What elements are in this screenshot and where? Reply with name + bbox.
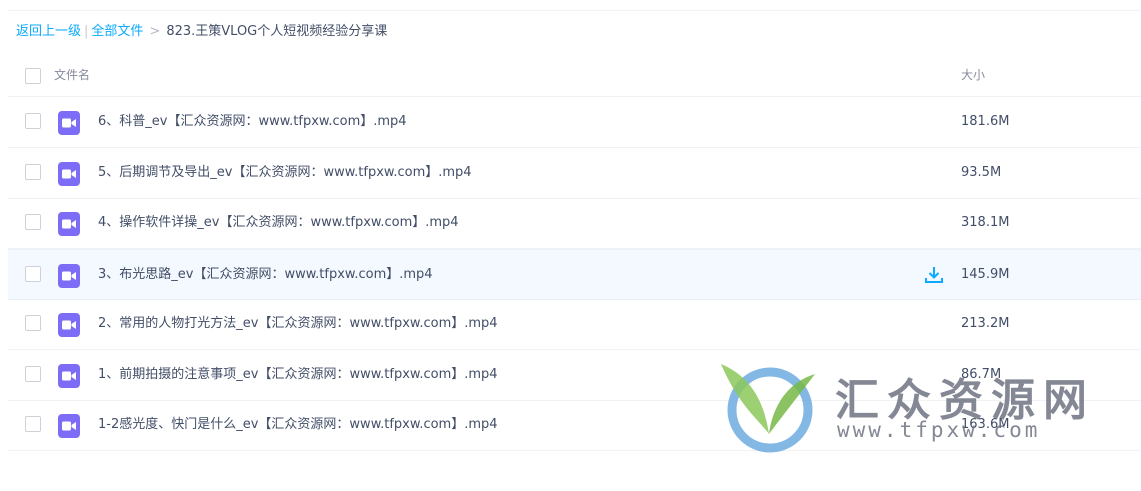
breadcrumb-arrow: >	[149, 24, 161, 39]
file-row[interactable]: 2、常用的人物打光方法_ev【汇众资源网：www.tfpxw.com】.mp4 2…	[8, 299, 1141, 350]
file-row[interactable]: 3、布光思路_ev【汇众资源网：www.tfpxw.com】.mp4 145.9M	[8, 248, 1141, 300]
back-link[interactable]: 返回上一级	[16, 24, 81, 39]
row-checkbox[interactable]	[25, 365, 41, 382]
video-file-icon	[58, 111, 80, 135]
file-size: 181.6M	[961, 114, 1010, 129]
column-header-name[interactable]: 文件名	[54, 66, 90, 83]
file-size: 145.9M	[961, 266, 1010, 282]
video-file-icon	[58, 363, 80, 388]
video-file-icon	[58, 212, 80, 236]
file-size: 93.5M	[961, 164, 1002, 180]
all-files-link[interactable]: 全部文件	[91, 24, 143, 39]
file-name[interactable]: 1、前期拍摄的注意事项_ev【汇众资源网：www.tfpxw.com】.mp4	[98, 366, 498, 384]
download-icon[interactable]	[924, 265, 944, 285]
file-browser: 返回上一级 | 全部文件 >823.王策VLOG个人短视频经验分享课 文件名 大小 6…	[0, 0, 1141, 491]
file-size: 163.6M	[961, 417, 1010, 432]
row-checkbox[interactable]	[25, 416, 41, 432]
file-row[interactable]: 5、后期调节及导出_ev【汇众资源网：www.tfpxw.com】.mp4 93.…	[8, 148, 1141, 199]
file-name[interactable]: 5、后期调节及导出_ev【汇众资源网：www.tfpxw.com】.mp4	[98, 164, 472, 182]
video-file-icon	[58, 414, 80, 438]
file-name[interactable]: 1-2感光度、快门是什么_ev【汇众资源网：www.tfpxw.com】.mp4	[98, 416, 498, 434]
file-size: 86.7M	[961, 366, 1002, 382]
current-folder: 823.王策VLOG个人短视频经验分享课	[166, 24, 388, 39]
file-size: 213.2M	[961, 316, 1010, 331]
row-checkbox[interactable]	[25, 214, 41, 230]
row-checkbox[interactable]	[25, 265, 41, 282]
file-name[interactable]: 6、科普_ev【汇众资源网：www.tfpxw.com】.mp4	[98, 113, 407, 131]
row-checkbox[interactable]	[25, 163, 41, 180]
select-all-checkbox[interactable]	[25, 68, 41, 84]
breadcrumb: 返回上一级 | 全部文件 >823.王策VLOG个人短视频经验分享课	[16, 23, 387, 41]
file-row[interactable]: 4、操作软件详操_ev【汇众资源网：www.tfpxw.com】.mp4 318.…	[8, 198, 1141, 249]
row-checkbox[interactable]	[25, 113, 41, 129]
file-name[interactable]: 3、布光思路_ev【汇众资源网：www.tfpxw.com】.mp4	[98, 266, 433, 284]
file-size: 318.1M	[961, 215, 1010, 230]
column-header-size[interactable]: 大小	[961, 66, 985, 83]
row-checkbox[interactable]	[25, 315, 41, 331]
file-name[interactable]: 2、常用的人物打光方法_ev【汇众资源网：www.tfpxw.com】.mp4	[98, 315, 498, 333]
video-file-icon	[58, 263, 80, 288]
file-row[interactable]: 1、前期拍摄的注意事项_ev【汇众资源网：www.tfpxw.com】.mp4 8…	[8, 350, 1141, 401]
video-file-icon	[58, 313, 80, 337]
file-row[interactable]: 6、科普_ev【汇众资源网：www.tfpxw.com】.mp4 181.6M	[8, 97, 1141, 148]
table-header: 文件名 大小	[8, 54, 1141, 97]
file-row[interactable]: 1-2感光度、快门是什么_ev【汇众资源网：www.tfpxw.com】.mp4…	[8, 400, 1141, 451]
file-name[interactable]: 4、操作软件详操_ev【汇众资源网：www.tfpxw.com】.mp4	[98, 214, 459, 232]
top-divider	[8, 10, 1141, 11]
video-file-icon	[58, 161, 80, 186]
breadcrumb-separator: |	[84, 24, 89, 39]
